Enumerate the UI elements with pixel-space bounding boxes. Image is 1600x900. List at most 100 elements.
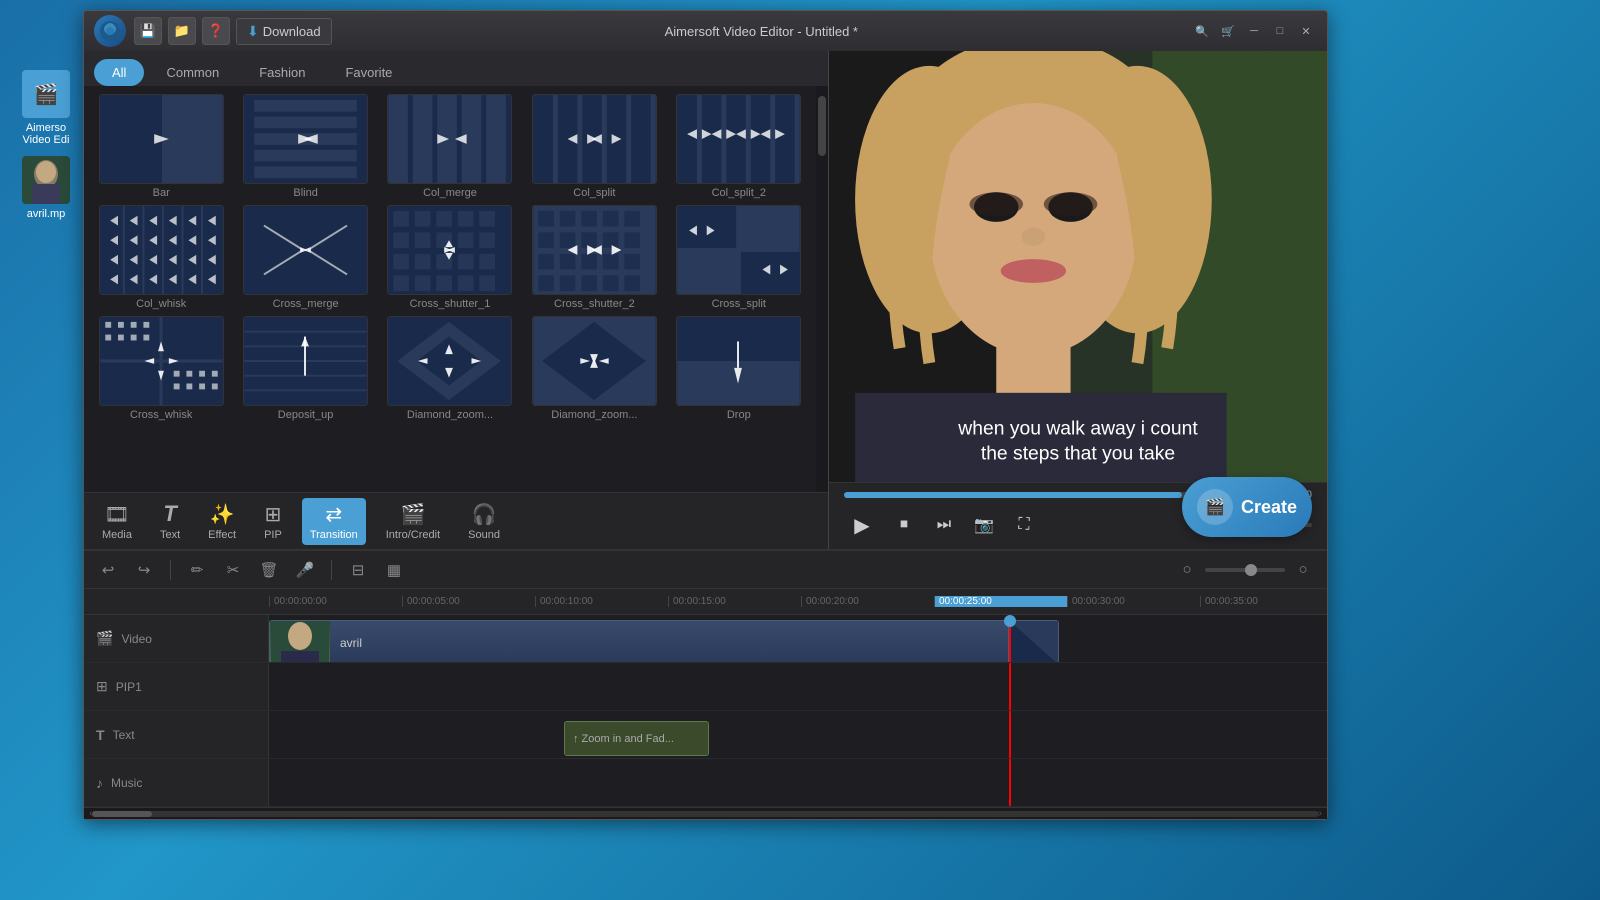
scroll-right-arrow[interactable]: ›	[1319, 808, 1322, 819]
search-button[interactable]: 🔍	[1191, 20, 1213, 42]
tab-all[interactable]: All	[94, 59, 144, 86]
app-icon-label2: Video Edi	[23, 134, 70, 146]
transition-label: Transition	[310, 529, 358, 541]
tool-intro-credit[interactable]: 🎬 Intro/Credit	[378, 498, 448, 545]
music-track-row: ♪ Music	[84, 759, 1327, 807]
redo-button[interactable]: ↪	[130, 556, 158, 584]
tool-sound[interactable]: 🎧 Sound	[460, 498, 508, 545]
toolbar-tools: 💾 📁 ❓ ⬇ Download	[134, 17, 332, 45]
transition-col-split-thumb	[532, 94, 657, 184]
undo-button[interactable]: ↩	[94, 556, 122, 584]
snapshot-button[interactable]: ▦	[380, 556, 408, 584]
transitions-scrollbar[interactable]	[816, 86, 828, 492]
zoom-in-button[interactable]: ○	[1289, 556, 1317, 584]
transition-col-whisk[interactable]: Col_whisk	[92, 205, 230, 310]
delete-button[interactable]: 🗑	[255, 556, 283, 584]
intro-credit-icon: 🎬	[400, 502, 425, 527]
app-icon-label1: Aimerso	[26, 122, 66, 134]
desktop-icon-app[interactable]: 🎬 Aimerso Video Edi	[10, 70, 82, 146]
tool-text[interactable]: T Text	[152, 497, 188, 545]
music-track-name: Music	[111, 776, 142, 790]
tab-favorite[interactable]: Favorite	[327, 59, 410, 86]
hscroll-thumb[interactable]	[92, 811, 152, 817]
stop-button[interactable]: ⏹	[888, 509, 920, 541]
transition-cross-shutter-2-thumb	[532, 205, 657, 295]
hscroll-track[interactable]	[92, 811, 1318, 817]
app-logo	[94, 15, 126, 47]
create-icon: 🎬	[1197, 489, 1233, 525]
folder-button[interactable]: 📁	[168, 17, 196, 45]
transition-drop[interactable]: Drop	[670, 316, 808, 421]
transition-bar-label: Bar	[153, 187, 170, 199]
cut-button[interactable]: ✂	[219, 556, 247, 584]
maximize-button[interactable]: □	[1269, 20, 1291, 42]
tool-media[interactable]: 🎞 Media	[94, 498, 140, 545]
frame-advance-button[interactable]: ⏭	[928, 509, 960, 541]
transition-deposit-up[interactable]: Deposit_up	[236, 316, 374, 421]
transition-col-whisk-label: Col_whisk	[136, 298, 186, 310]
transition-col-split[interactable]: Col_split	[525, 94, 663, 199]
transition-cross-shutter-2[interactable]: Cross_shutter_2	[525, 205, 663, 310]
tab-common[interactable]: Common	[148, 59, 237, 86]
transition-cross-merge-thumb	[243, 205, 368, 295]
ruler-mark-15: 00:00:15:00	[668, 596, 801, 607]
detach-button[interactable]: ⊟	[344, 556, 372, 584]
transition-diamond-zoom-2-thumb	[532, 316, 657, 406]
edit-button[interactable]: ✏	[183, 556, 211, 584]
fullscreen-button[interactable]: ⛶	[1008, 509, 1040, 541]
app-title: Aimersoft Video Editor - Untitled *	[332, 24, 1191, 39]
record-button[interactable]: 🎤	[291, 556, 319, 584]
play-button[interactable]: ▶	[844, 507, 880, 543]
transition-cross-split[interactable]: Cross_split	[670, 205, 808, 310]
transition-blind-thumb	[243, 94, 368, 184]
transition-blind[interactable]: Blind	[236, 94, 374, 199]
zoom-thumb[interactable]	[1245, 564, 1257, 576]
help-button[interactable]: ❓	[202, 17, 230, 45]
transition-cross-merge-label: Cross_merge	[273, 298, 339, 310]
download-button[interactable]: ⬇ Download	[236, 18, 332, 45]
music-track-content[interactable]	[269, 759, 1327, 806]
text-clip[interactable]: ↑ Zoom in and Fad...	[564, 721, 709, 756]
text-track-label: T Text	[84, 711, 269, 758]
transition-deposit-up-label: Deposit_up	[278, 409, 334, 421]
transition-col-split-2[interactable]: Col_split_2	[670, 94, 808, 199]
ruler-marks: 00:00:00:00 00:00:05:00 00:00:10:00 00:0…	[269, 596, 1327, 607]
pip-icon: ⊞	[265, 502, 282, 527]
window-controls: 🔍 🛒 ─ □ ✕	[1191, 20, 1317, 42]
minimize-button[interactable]: ─	[1243, 20, 1265, 42]
timeline-scrollbar[interactable]: ‹ ›	[84, 807, 1327, 819]
tab-fashion[interactable]: Fashion	[241, 59, 323, 86]
video-track-content[interactable]: avril	[269, 615, 1327, 662]
video-clip-title: avril	[330, 636, 372, 650]
video-track-icon: 🎬	[96, 630, 113, 647]
ruler-mark-5: 00:00:05:00	[402, 596, 535, 607]
screenshot-button[interactable]: 📷	[968, 509, 1000, 541]
video-clip[interactable]: avril	[269, 620, 1009, 662]
tool-effect[interactable]: ✨ Effect	[200, 498, 244, 545]
transition-diamond-zoom-2[interactable]: Diamond_zoom...	[525, 316, 663, 421]
transition-cross-whisk[interactable]: Cross_whisk	[92, 316, 230, 421]
transition-col-split-label: Col_split	[573, 187, 615, 199]
tool-pip[interactable]: ⊞ PIP	[256, 498, 290, 545]
timeline-toolbar: ↩ ↪ ✏ ✂ 🗑 🎤 ⊟ ▦ ○ ○	[84, 551, 1327, 589]
scroll-thumb[interactable]	[818, 96, 826, 156]
desktop-icon-avril[interactable]: avril.mp	[10, 156, 82, 220]
tool-transition[interactable]: ⇄ Transition	[302, 498, 366, 545]
transition-cross-merge[interactable]: Cross_merge	[236, 205, 374, 310]
transition-cross-shutter-1[interactable]: Cross_shutter_1	[381, 205, 519, 310]
save-button[interactable]: 💾	[134, 17, 162, 45]
transition-cross-shutter-2-label: Cross_shutter_2	[554, 298, 635, 310]
transition-col-merge[interactable]: Col_merge	[381, 94, 519, 199]
progress-bar[interactable]	[844, 492, 1207, 498]
zoom-out-button[interactable]: ○	[1173, 556, 1201, 584]
zoom-slider[interactable]	[1205, 568, 1285, 572]
cart-button[interactable]: 🛒	[1217, 20, 1239, 42]
close-button[interactable]: ✕	[1295, 20, 1317, 42]
pip-track-content[interactable]	[269, 663, 1327, 710]
text-track-row: T Text ↑ Zoom in and Fad...	[84, 711, 1327, 759]
transition-cross-shutter-1-thumb	[387, 205, 512, 295]
create-button[interactable]: 🎬 Create	[1182, 477, 1312, 537]
transition-diamond-zoom-1[interactable]: Diamond_zoom...	[381, 316, 519, 421]
transition-bar[interactable]: Bar	[92, 94, 230, 199]
text-track-content[interactable]: ↑ Zoom in and Fad...	[269, 711, 1327, 758]
